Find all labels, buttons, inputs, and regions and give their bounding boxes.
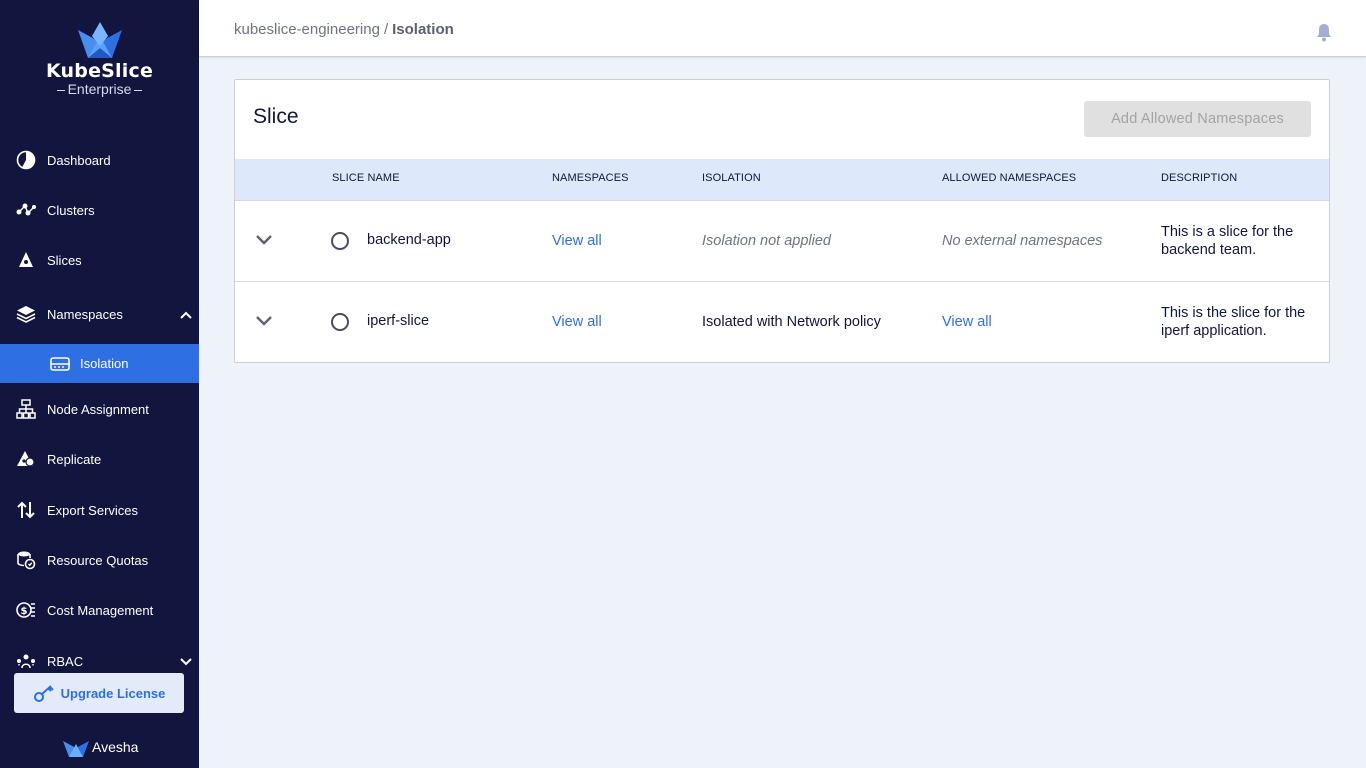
table-row: backend-app View all Isolation not appli… xyxy=(235,200,1329,281)
sidebar-item-dashboard[interactable]: Dashboard xyxy=(0,140,199,180)
arrows-up-down-icon xyxy=(16,500,36,520)
description-line: This is the slice for the xyxy=(1161,305,1306,321)
description-line: This is a slice for the xyxy=(1161,224,1294,240)
avesha-crown-icon xyxy=(63,741,89,757)
slice-card: Slice Add Allowed Namespaces SLICE NAME … xyxy=(234,79,1330,363)
add-allowed-namespaces-button[interactable]: Add Allowed Namespaces xyxy=(1084,101,1311,137)
bell-icon[interactable] xyxy=(1314,22,1334,47)
coins-icon xyxy=(16,550,36,570)
pie-chart-icon xyxy=(16,150,36,170)
sidebar-item-label: Isolation xyxy=(80,356,129,371)
breadcrumb: kubeslice-engineering / Isolation xyxy=(234,21,454,38)
sidebar-item-label: Clusters xyxy=(47,202,95,218)
sidebar-item-clusters[interactable]: Clusters xyxy=(0,190,199,230)
avesha-logo: Avesha xyxy=(62,737,138,757)
key-icon xyxy=(33,683,55,703)
description-cell: This is a slice for the backend team. xyxy=(1161,223,1293,259)
sidebar-item-resource-quotas[interactable]: Resource Quotas xyxy=(0,540,199,580)
table-header: SLICE NAME NAMESPACES ISOLATION ALLOWED … xyxy=(235,159,1329,200)
sidebar-item-label: Replicate xyxy=(47,451,102,467)
brand-subtitle-text: Enterprise xyxy=(67,81,132,97)
chevron-down-icon[interactable] xyxy=(255,314,273,332)
sidebar-item-namespaces[interactable]: Namespaces xyxy=(0,294,199,334)
sidebar-item-replicate[interactable]: Replicate xyxy=(0,439,199,479)
top-header: kubeslice-engineering / Isolation xyxy=(199,0,1366,57)
server-icon xyxy=(50,354,70,374)
column-header-isolation: ISOLATION xyxy=(702,172,761,184)
namespaces-view-all-link[interactable]: View all xyxy=(552,314,602,330)
brand-title: KubeSlice xyxy=(45,60,154,82)
replicate-icon xyxy=(16,449,36,469)
allowed-namespaces-cell: No external namespaces xyxy=(942,233,1103,249)
description-line: iperf application. xyxy=(1161,323,1267,339)
avesha-text: Avesha xyxy=(92,739,139,755)
sidebar-item-label: Namespaces xyxy=(47,306,123,322)
sidebar-item-export-services[interactable]: Export Services xyxy=(0,490,199,530)
kubeslice-logo: KubeSlice Enterprise xyxy=(0,22,199,97)
cluster-nodes-icon xyxy=(16,200,36,220)
column-header-namespaces: NAMESPACES xyxy=(552,172,629,184)
table-row: iperf-slice View all Isolated with Netwo… xyxy=(235,281,1329,362)
breadcrumb-parent[interactable]: kubeslice-engineering xyxy=(234,21,380,38)
brand-subtitle: Enterprise xyxy=(0,81,199,97)
chevron-down-icon[interactable] xyxy=(255,233,273,251)
sidebar-item-label: Cost Management xyxy=(47,602,154,618)
chevron-down-icon[interactable] xyxy=(180,654,192,669)
sidebar-item-label: Dashboard xyxy=(47,152,111,168)
sidebar-item-label: Slices xyxy=(47,252,82,268)
card-title: Slice xyxy=(253,105,299,128)
money-icon: $ xyxy=(16,600,36,620)
namespaces-view-all-link[interactable]: View all xyxy=(552,233,602,249)
column-header-description: DESCRIPTION xyxy=(1161,172,1238,184)
breadcrumb-separator: / xyxy=(383,21,389,38)
description-cell: This is the slice for the iperf applicat… xyxy=(1161,304,1305,340)
sidebar-item-label: RBAC xyxy=(47,653,84,669)
allowed-namespaces-view-all-link[interactable]: View all xyxy=(942,314,992,330)
isolation-cell: Isolation not applied xyxy=(702,233,831,249)
description-line: backend team. xyxy=(1161,242,1257,258)
sidebar-item-label: Node Assignment xyxy=(47,401,149,417)
upgrade-license-label: Upgrade License xyxy=(60,685,166,701)
users-network-icon xyxy=(16,651,36,671)
isolation-cell: Isolated with Network policy xyxy=(702,314,881,330)
upgrade-license-button[interactable]: Upgrade License xyxy=(14,673,184,713)
row-radio-button[interactable] xyxy=(331,313,349,331)
column-header-allowed-namespaces: ALLOWED NAMESPACES xyxy=(942,172,1077,184)
hierarchy-icon xyxy=(16,399,36,419)
slice-icon xyxy=(16,250,36,270)
sidebar-item-label: Resource Quotas xyxy=(47,552,149,568)
svg-text:$: $ xyxy=(21,606,28,617)
column-header-slice-name: SLICE NAME xyxy=(332,172,400,184)
row-radio-button[interactable] xyxy=(331,232,349,250)
slice-name-cell: backend-app xyxy=(367,232,451,248)
slice-name-cell: iperf-slice xyxy=(367,313,430,329)
sidebar-item-label: Export Services xyxy=(47,502,139,518)
crown-logo-icon xyxy=(77,22,122,58)
sidebar-item-slices[interactable]: Slices xyxy=(0,240,199,280)
sidebar-item-cost-management[interactable]: $ Cost Management xyxy=(0,590,199,630)
sidebar-item-isolation[interactable]: Isolation xyxy=(0,344,199,383)
breadcrumb-current: Isolation xyxy=(392,21,454,38)
sidebar: KubeSlice Enterprise Dashboard Clusters … xyxy=(0,0,199,768)
chevron-up-icon[interactable] xyxy=(180,307,192,322)
sidebar-item-node-assignment[interactable]: Node Assignment xyxy=(0,389,199,429)
layers-icon xyxy=(16,304,36,324)
